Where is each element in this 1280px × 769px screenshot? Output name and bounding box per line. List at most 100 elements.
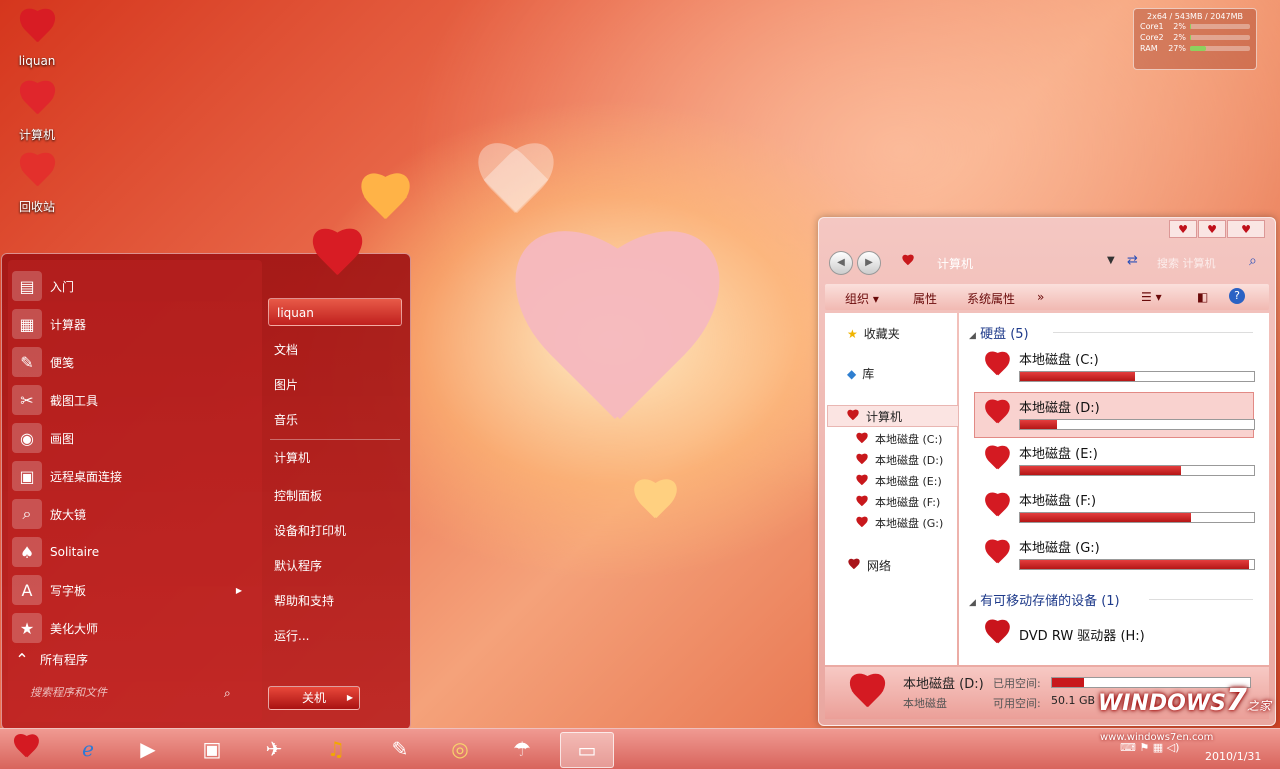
collapse-icon: ◢ bbox=[969, 598, 976, 608]
group-header-removable[interactable]: ◢ 有可移动存储的设备 (1) bbox=[969, 590, 1120, 609]
start-right-help[interactable]: 帮助和支持 bbox=[274, 592, 334, 609]
nav-libraries[interactable]: ◆ 库 bbox=[847, 365, 874, 382]
collapse-icon: ◢ bbox=[969, 331, 976, 341]
navigation-pane: ★ 收藏夹 ◆ 库 计算机 本地磁盘 (C:) 本地磁盘 (D:) 本地磁盘 (E:… bbox=[825, 313, 959, 665]
drive-tile-d[interactable]: 本地磁盘 (D:) bbox=[974, 392, 1255, 438]
start-right-run[interactable]: 运行... bbox=[274, 627, 309, 644]
nav-label: 本地磁盘 (D:) bbox=[875, 454, 944, 467]
back-button[interactable]: ◀ bbox=[829, 251, 853, 275]
watermark-url: www.windows7en.com bbox=[1100, 732, 1214, 743]
cleaner-icon[interactable]: ☂ bbox=[496, 732, 548, 766]
submenu-arrow-icon: ▶ bbox=[235, 585, 242, 595]
nav-network[interactable]: 网络 bbox=[847, 557, 891, 574]
search-icon[interactable]: ⌕ bbox=[224, 686, 231, 701]
shutdown-button[interactable]: 关机 ▶ bbox=[268, 686, 360, 710]
refresh-icon[interactable]: ⇄ bbox=[1127, 253, 1138, 268]
tools-icon[interactable]: ✈ bbox=[248, 732, 300, 766]
start-item-paint[interactable]: ◉ 画图 bbox=[12, 420, 252, 456]
drive-tile-g[interactable]: 本地磁盘 (G:) bbox=[975, 533, 1255, 577]
drive-tile-c[interactable]: 本地磁盘 (C:) bbox=[975, 345, 1255, 389]
drive-usage-bar bbox=[1019, 419, 1255, 430]
gadget-row: Core1 2% bbox=[1134, 21, 1256, 32]
start-item-wordpad[interactable]: A 写字板 ▶ bbox=[12, 572, 252, 608]
address-bar[interactable]: 计算机 bbox=[937, 255, 973, 272]
organize-button[interactable]: 组织 ▾ bbox=[845, 290, 879, 307]
start-item-label: 放大镜 bbox=[50, 507, 87, 522]
desktop-icon-recycle-bin[interactable]: 回收站 bbox=[8, 154, 66, 215]
nav-drive-e[interactable]: 本地磁盘 (E:) bbox=[855, 473, 942, 489]
group-header-hdd[interactable]: ◢ 硬盘 (5) bbox=[969, 323, 1029, 342]
remote-desktop-icon: ▣ bbox=[12, 461, 42, 491]
search-icon[interactable]: ⌕ bbox=[1249, 253, 1257, 269]
desktop-icon-user[interactable]: liquan bbox=[8, 10, 66, 68]
star-icon: ★ bbox=[847, 326, 858, 341]
nav-drive-f[interactable]: 本地磁盘 (F:) bbox=[855, 494, 940, 510]
start-item-beautify[interactable]: ★ 美化大师 bbox=[12, 610, 252, 646]
start-search-input[interactable]: 搜索程序和文件 bbox=[30, 684, 107, 700]
cd-icon[interactable]: ◎ bbox=[434, 732, 486, 766]
music-icon[interactable]: ♫ bbox=[310, 732, 362, 766]
wallpaper-heart-icon bbox=[630, 480, 680, 528]
start-user-name[interactable]: liquan bbox=[268, 298, 402, 326]
gadget-row-percent: 2% bbox=[1173, 33, 1186, 42]
start-right-computer[interactable]: 计算机 bbox=[274, 449, 310, 466]
drive-name: 本地磁盘 (C:) bbox=[1019, 353, 1099, 368]
start-item-sticky-notes[interactable]: ✎ 便笺 bbox=[12, 344, 252, 380]
forward-button[interactable]: ▶ bbox=[857, 251, 881, 275]
monitor-icon[interactable]: ▭ bbox=[560, 732, 614, 768]
desktop-icon-computer[interactable]: 计算机 bbox=[8, 82, 66, 143]
heart-computer-icon bbox=[15, 82, 59, 122]
close-button[interactable]: ♥ bbox=[1227, 220, 1265, 238]
start-item-magnifier[interactable]: ⌕ 放大镜 bbox=[12, 496, 252, 532]
nav-drive-d[interactable]: 本地磁盘 (D:) bbox=[855, 452, 943, 468]
start-right-pictures[interactable]: 图片 bbox=[274, 376, 298, 393]
start-item-calculator[interactable]: ▦ 计算器 bbox=[12, 306, 252, 342]
preview-pane-icon[interactable]: ◧ bbox=[1197, 290, 1208, 304]
maximize-button[interactable]: ♥ bbox=[1198, 220, 1226, 238]
search-input[interactable]: 搜索 计算机 bbox=[1157, 255, 1216, 271]
system-properties-button[interactable]: 系统属性 bbox=[967, 290, 1015, 307]
feather-icon[interactable]: ✎ bbox=[374, 732, 426, 766]
more-button[interactable]: » bbox=[1037, 290, 1044, 304]
nav-drive-g[interactable]: 本地磁盘 (G:) bbox=[855, 515, 943, 531]
view-icon[interactable]: ☰ ▾ bbox=[1141, 290, 1162, 304]
minimize-button[interactable]: ♥ bbox=[1169, 220, 1197, 238]
cpu-meter-gadget[interactable]: 2x64 / 543MB / 2047MB Core1 2% Core2 2% … bbox=[1133, 8, 1257, 70]
explorer-window: ♥ ♥ ♥ ◀ ▶ 计算机 ▼ ⇄ 搜索 计算机 ⌕ 组织 ▾ 属性 系统属性 … bbox=[818, 217, 1276, 726]
properties-button[interactable]: 属性 bbox=[913, 290, 937, 307]
getting-started-icon: ▤ bbox=[12, 271, 42, 301]
network-icon[interactable]: ▣ bbox=[186, 732, 238, 766]
drive-heart-icon bbox=[981, 447, 1013, 475]
start-item-getting-started[interactable]: ▤ 入门 bbox=[12, 268, 252, 304]
start-item-remote-desktop[interactable]: ▣ 远程桌面连接 bbox=[12, 458, 252, 494]
chevron-right-icon[interactable]: ▶ bbox=[347, 687, 353, 709]
help-icon[interactable]: ? bbox=[1229, 288, 1245, 304]
dropdown-icon[interactable]: ▼ bbox=[1107, 255, 1115, 266]
nav-favorites[interactable]: ★ 收藏夹 bbox=[847, 325, 900, 342]
start-right-control-panel[interactable]: 控制面板 bbox=[274, 487, 322, 504]
media-player-icon[interactable]: ▶ bbox=[122, 732, 174, 766]
nav-drive-c[interactable]: 本地磁盘 (C:) bbox=[855, 431, 942, 447]
start-right-documents[interactable]: 文档 bbox=[274, 341, 298, 358]
start-right-music[interactable]: 音乐 bbox=[274, 411, 298, 428]
wallpaper-heart-icon bbox=[470, 145, 560, 230]
all-programs[interactable]: ⌃ 所有程序 bbox=[12, 646, 252, 672]
start-right-default-programs[interactable]: 默认程序 bbox=[274, 557, 322, 574]
drive-name: 本地磁盘 (F:) bbox=[1019, 494, 1097, 509]
ie-icon[interactable]: ℯ bbox=[62, 732, 114, 766]
drive-tile-f[interactable]: 本地磁盘 (F:) bbox=[975, 486, 1255, 530]
nav-computer[interactable]: 计算机 bbox=[827, 405, 959, 427]
start-item-solitaire[interactable]: ♠ Solitaire bbox=[12, 534, 252, 570]
start-button[interactable] bbox=[0, 732, 52, 766]
taskbar: ℯ ▶ ▣ ✈ ♫ ✎ ◎ ☂ ▭ bbox=[0, 728, 1280, 769]
gadget-row-name: RAM bbox=[1140, 44, 1158, 53]
start-item-snipping-tool[interactable]: ✂ 截图工具 bbox=[12, 382, 252, 418]
start-right-devices-printers[interactable]: 设备和打印机 bbox=[274, 522, 346, 539]
command-bar: 组织 ▾ 属性 系统属性 » ☰ ▾ ◧ ? bbox=[825, 284, 1269, 310]
clock-date[interactable]: 2010/1/31 bbox=[1205, 750, 1261, 763]
gadget-row-name: Core2 bbox=[1140, 33, 1164, 42]
drive-usage-bar bbox=[1019, 465, 1255, 476]
calculator-icon: ▦ bbox=[12, 309, 42, 339]
drive-tile-e[interactable]: 本地磁盘 (E:) bbox=[975, 439, 1255, 483]
dvd-drive-tile[interactable]: DVD RW 驱动器 (H:) bbox=[975, 613, 1253, 657]
